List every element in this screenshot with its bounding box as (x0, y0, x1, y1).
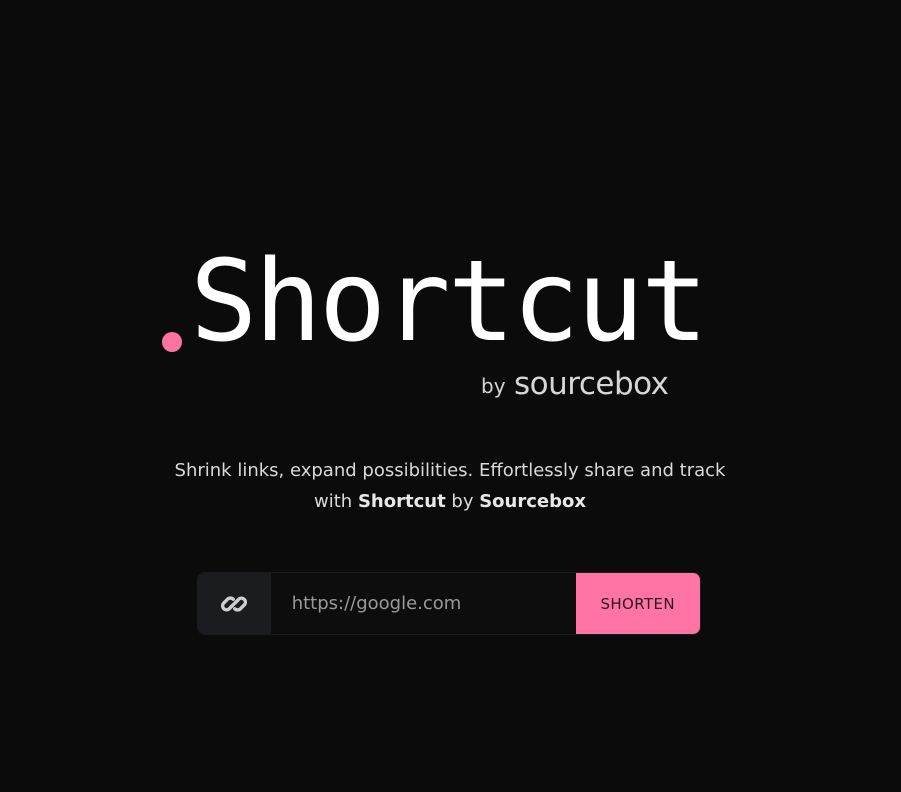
logo-wordmark: Shortcut (190, 237, 708, 367)
page: Shortcut by sourcebox Shrink links, expa… (0, 0, 901, 792)
logo-by-text: by (481, 374, 506, 398)
url-input[interactable] (270, 573, 576, 634)
shorten-form: SHORTEN (197, 572, 701, 635)
tagline: Shrink links, expand possibilities. Effo… (120, 455, 780, 517)
link-icon (221, 595, 248, 612)
tagline-line-1: Shrink links, expand possibilities. Effo… (174, 460, 726, 481)
tagline-sourcebox: Sourcebox (479, 491, 586, 512)
link-icon-box (198, 573, 271, 634)
logo-brand-name: sourcebox (514, 366, 669, 402)
logo-dot (162, 332, 182, 352)
shorten-button[interactable]: SHORTEN (575, 573, 700, 634)
tagline-by: by (451, 491, 474, 512)
tagline-shortcut: Shortcut (357, 491, 446, 512)
logo: Shortcut by sourcebox (156, 242, 756, 408)
tagline-with: with (314, 491, 353, 512)
tagline-line-2: with Shortcut by Sourcebox (120, 486, 780, 517)
